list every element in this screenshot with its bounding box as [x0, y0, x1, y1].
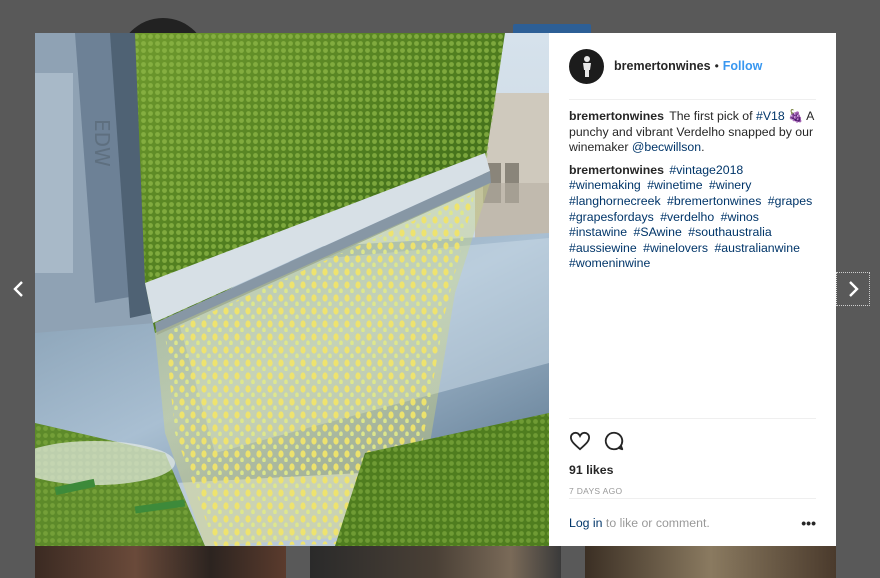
post-sidebar: bremertonwines • Follow bremertonwines T…: [549, 33, 836, 546]
hashtag-link[interactable]: #SAwine: [634, 225, 682, 239]
comment-button[interactable]: [603, 430, 625, 452]
caption: bremertonwines The first pick of #V18 🍇 …: [569, 109, 822, 156]
hashtag-link[interactable]: #instawine: [569, 225, 627, 239]
next-post-button[interactable]: [836, 272, 870, 306]
caption-username[interactable]: bremertonwines: [569, 109, 664, 123]
post-actions: 91 likes 7 DAYS AGO: [569, 418, 816, 496]
separator-dot: •: [714, 59, 719, 73]
mention-link[interactable]: @becwillson: [632, 140, 701, 154]
hashtag-link[interactable]: #grapesfordays: [569, 210, 654, 224]
avatar[interactable]: [569, 48, 604, 84]
hashtag-link[interactable]: #winelovers: [643, 241, 708, 255]
post-header: bremertonwines • Follow: [569, 33, 816, 100]
hashtag-link[interactable]: #australianwine: [714, 241, 799, 255]
background-thumbnail: [35, 546, 286, 578]
post-timestamp[interactable]: 7 DAYS AGO: [569, 486, 816, 496]
heart-icon: [569, 431, 591, 451]
hashtag-link[interactable]: #winemaking: [569, 178, 641, 192]
previous-post-button[interactable]: [2, 272, 36, 306]
hashtag-link[interactable]: #V18: [756, 109, 785, 123]
grapes-emoji-icon: 🍇: [788, 109, 804, 123]
hashtag-link[interactable]: #grapes: [768, 194, 812, 208]
caption-text: The first pick of: [669, 109, 756, 123]
login-prompt: Log in to like or comment. •••: [569, 498, 816, 547]
hashtag-link[interactable]: #aussiewine: [569, 241, 637, 255]
follow-button[interactable]: Follow: [723, 59, 763, 73]
more-options-icon[interactable]: •••: [801, 515, 816, 531]
login-text: Log in to like or comment.: [569, 516, 710, 530]
comment-username[interactable]: bremertonwines: [569, 163, 664, 177]
comment-bubble-icon: [604, 431, 624, 451]
hashtag-link[interactable]: #vintage2018: [669, 163, 743, 177]
chevron-right-icon: [849, 281, 859, 297]
login-link[interactable]: Log in: [569, 516, 603, 530]
hashtag-link[interactable]: #verdelho: [660, 210, 714, 224]
caption-text: .: [701, 140, 705, 155]
likes-count[interactable]: 91 likes: [569, 463, 816, 477]
hashtag-link[interactable]: #langhornecreek: [569, 194, 661, 208]
comments-section: bremertonwines The first pick of #V18 🍇 …: [569, 109, 822, 279]
person-silhouette-icon: [582, 56, 591, 77]
hashtag-link[interactable]: #winery: [709, 178, 751, 192]
background-thumbnail: [585, 546, 836, 578]
hashtag-link[interactable]: #southaustralia: [688, 225, 771, 239]
chevron-left-icon: [13, 281, 23, 297]
hashtags-comment: bremertonwines #vintage2018 #winemaking …: [569, 163, 822, 272]
post-photo[interactable]: EDW: [35, 33, 549, 546]
like-button[interactable]: [569, 431, 591, 451]
action-icons: [569, 429, 816, 453]
grape-harvest-image: EDW: [35, 33, 549, 546]
post-modal: EDW bremertonwines • Follow bremertonwin…: [35, 33, 836, 546]
login-rest-text: to like or comment.: [602, 516, 710, 530]
svg-text:EDW: EDW: [90, 119, 114, 167]
background-thumbnail: [310, 546, 561, 578]
hashtag-link[interactable]: #winos: [721, 210, 759, 224]
username-link[interactable]: bremertonwines: [614, 59, 711, 73]
hashtag-link[interactable]: #bremertonwines: [667, 194, 761, 208]
hashtag-link[interactable]: #winetime: [647, 178, 702, 192]
hashtag-link[interactable]: #womeninwine: [569, 256, 650, 270]
